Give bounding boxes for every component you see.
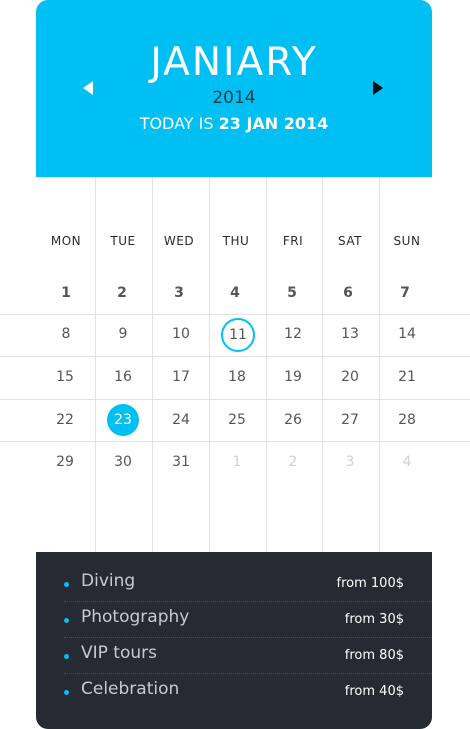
day-cell[interactable]: 28 [387, 405, 427, 435]
weekday-header: WED [163, 234, 195, 248]
weekday-header: FRI [282, 234, 304, 248]
day-cell[interactable]: 10 [161, 319, 201, 349]
day-cell[interactable]: 9 [103, 319, 143, 349]
day-cell[interactable]: 4 [215, 278, 255, 308]
day-cell[interactable]: 1 [46, 278, 86, 308]
today-date: 23 JAN 2014 [218, 114, 329, 133]
day-cell[interactable]: 20 [330, 362, 370, 392]
day-cell[interactable]: 8 [46, 319, 86, 349]
event-name: VIP tours [81, 643, 157, 663]
day-cell[interactable]: 16 [103, 362, 143, 392]
event-price: from 30$ [344, 612, 404, 627]
event-price: from 80$ [344, 648, 404, 663]
day-cell[interactable]: 17 [161, 362, 201, 392]
weekday-header: TUE [110, 234, 136, 248]
next-month-day-cell[interactable]: 2 [273, 447, 313, 477]
highlighted-day-cell[interactable]: 11 [221, 318, 255, 352]
day-cell[interactable]: 22 [45, 405, 85, 435]
selected-day-cell[interactable]: 23 [107, 404, 139, 436]
next-month-day-cell[interactable]: 3 [330, 447, 370, 477]
event-item-photography[interactable]: Photography from 30$ [64, 602, 432, 638]
day-cell[interactable]: 14 [387, 319, 427, 349]
day-cell[interactable]: 25 [217, 405, 257, 435]
calendar-header: JANIARY 2014 TODAY IS 23 JAN 2014 [36, 0, 432, 177]
weekday-header: SAT [338, 234, 362, 248]
grid-line [0, 399, 470, 400]
day-cell[interactable]: 27 [330, 405, 370, 435]
day-cell[interactable]: 13 [330, 319, 370, 349]
bullet-dot-icon [64, 654, 69, 659]
day-cell[interactable]: 31 [161, 447, 201, 477]
events-panel: Diving from 100$ Photography from 30$ VI… [36, 552, 432, 729]
bullet-dot-icon [64, 690, 69, 695]
day-cell[interactable]: 24 [161, 405, 201, 435]
grid-line [0, 314, 470, 315]
event-item-celebration[interactable]: Celebration from 40$ [64, 674, 432, 710]
calendar-grid: MON TUE WED THU FRI SAT SUN 1 2 3 4 5 6 … [0, 177, 470, 552]
event-name: Photography [81, 607, 190, 627]
day-cell[interactable]: 5 [272, 278, 312, 308]
day-cell[interactable]: 7 [385, 278, 425, 308]
weekday-header: THU [222, 234, 250, 248]
next-month-day-cell[interactable]: 4 [387, 447, 427, 477]
day-cell[interactable]: 15 [45, 362, 85, 392]
event-name: Celebration [81, 679, 180, 699]
day-cell[interactable]: 12 [273, 319, 313, 349]
weekday-header: MON [50, 234, 82, 248]
day-cell[interactable]: 2 [102, 278, 142, 308]
day-cell[interactable]: 30 [103, 447, 143, 477]
month-title: JANIARY [150, 40, 318, 85]
next-month-day-cell[interactable]: 1 [217, 447, 257, 477]
bullet-dot-icon [64, 618, 69, 623]
weekday-header: SUN [393, 234, 421, 248]
today-label: TODAY IS 23 JAN 2014 [36, 114, 432, 134]
today-prefix: TODAY IS [139, 114, 219, 133]
event-price: from 40$ [344, 684, 404, 699]
day-cell[interactable]: 6 [328, 278, 368, 308]
day-cell[interactable]: 19 [273, 362, 313, 392]
grid-line [0, 441, 470, 442]
grid-line [0, 356, 470, 357]
day-cell[interactable]: 3 [159, 278, 199, 308]
day-cell[interactable]: 21 [387, 362, 427, 392]
event-item-diving[interactable]: Diving from 100$ [64, 566, 432, 602]
event-item-vip-tours[interactable]: VIP tours from 80$ [64, 638, 432, 674]
bullet-dot-icon [64, 582, 69, 587]
event-name: Diving [81, 571, 136, 591]
day-cell[interactable]: 18 [217, 362, 257, 392]
event-price: from 100$ [336, 576, 404, 591]
day-cell[interactable]: 26 [273, 405, 313, 435]
day-cell[interactable]: 29 [45, 447, 85, 477]
year-label: 2014 [212, 88, 256, 108]
